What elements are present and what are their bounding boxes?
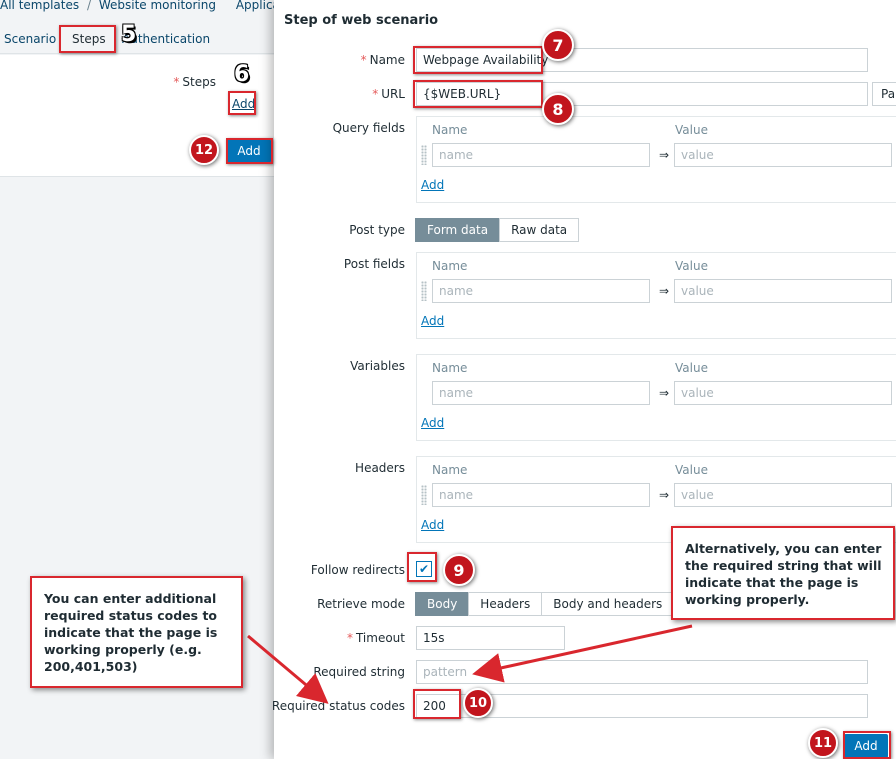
breadcrumb: All templates / Website monitoring Appli… <box>0 0 274 12</box>
post-value-input[interactable]: value <box>674 279 892 303</box>
step-number-5: 5 <box>121 22 137 47</box>
drag-handle-icon[interactable] <box>421 281 427 301</box>
retrieve-mode-headers[interactable]: Headers <box>468 592 543 616</box>
query-fields-label: Query fields <box>332 121 405 135</box>
post-add-link[interactable]: Add <box>421 314 444 328</box>
headers-name-header: Name <box>432 463 468 477</box>
variables-value-header: Value <box>675 361 708 375</box>
query-add-link[interactable]: Add <box>421 178 444 192</box>
post-fields-label: Post fields <box>343 257 405 271</box>
variables-table: Name Value name ⇒ value Add <box>416 354 896 441</box>
dialog-title: Step of web scenario <box>284 13 439 28</box>
highlight-status-codes <box>413 689 461 719</box>
url-label: * URL <box>372 87 405 101</box>
post-fields-table: Name Value name ⇒ value Add <box>416 252 896 339</box>
post-value-header: Value <box>675 259 708 273</box>
headers-label: Headers <box>355 461 405 475</box>
arrow-icon: ⇒ <box>659 148 670 162</box>
query-name-input[interactable]: name <box>432 143 650 167</box>
headers-add-link[interactable]: Add <box>421 518 444 532</box>
name-label: * Name <box>360 53 405 67</box>
step-number-6: 6 <box>234 62 250 87</box>
highlight-add-button <box>226 138 273 164</box>
breadcrumb-website-monitoring[interactable]: Website monitoring <box>99 0 216 12</box>
arrow-icon: ⇒ <box>659 284 670 298</box>
timeout-input[interactable]: 15s <box>416 626 565 650</box>
breadcrumb-application[interactable]: Application <box>236 0 274 12</box>
callout-status-codes: You can enter additional required status… <box>30 576 243 688</box>
highlight-dialog-add <box>843 731 891 759</box>
retrieve-mode-body-and-headers[interactable]: Body and headers <box>541 592 675 616</box>
required-string-input[interactable]: pattern <box>416 660 868 684</box>
tab-scenario[interactable]: Scenario <box>4 32 56 46</box>
step-number-7: 7 <box>542 29 574 61</box>
parse-button[interactable]: Pa <box>872 82 896 106</box>
step-number-11: 11 <box>808 728 838 758</box>
highlight-url-input <box>413 80 543 108</box>
post-name-header: Name <box>432 259 468 273</box>
query-fields-table: Name Value name ⇒ value Add <box>416 116 896 203</box>
post-type-segmented: Form data Raw data <box>415 218 580 242</box>
arrow-icon: ⇒ <box>659 488 670 502</box>
retrieve-mode-body[interactable]: Body <box>415 592 470 616</box>
post-type-label: Post type <box>349 223 405 237</box>
variables-label: Variables <box>350 359 405 373</box>
post-name-input[interactable]: name <box>432 279 650 303</box>
timeout-label: * Timeout <box>346 631 405 645</box>
variables-add-link[interactable]: Add <box>421 416 444 430</box>
headers-value-input[interactable]: value <box>674 483 892 507</box>
variables-name-input[interactable]: name <box>432 381 650 405</box>
drag-handle-icon[interactable] <box>421 145 427 165</box>
variables-value-input[interactable]: value <box>674 381 892 405</box>
step-dialog: Step of web scenario * Name Webpage Avail… <box>271 0 896 759</box>
query-value-input[interactable]: value <box>674 143 892 167</box>
steps-label: * Steps <box>173 75 216 89</box>
callout-required-string: Alternatively, you can enter the require… <box>671 526 895 620</box>
drag-handle-icon[interactable] <box>421 485 427 505</box>
breadcrumb-all-templates[interactable]: All templates <box>0 0 79 12</box>
variables-name-header: Name <box>432 361 468 375</box>
query-name-header: Name <box>432 123 468 137</box>
highlight-follow-redirects <box>407 552 437 582</box>
step-number-9: 9 <box>443 554 475 586</box>
highlight-name-input <box>413 46 543 74</box>
post-type-form-data[interactable]: Form data <box>415 218 501 242</box>
step-number-10: 10 <box>463 688 493 718</box>
post-type-raw-data[interactable]: Raw data <box>499 218 580 242</box>
arrow-icon: ⇒ <box>659 386 670 400</box>
highlight-steps-tab <box>59 25 116 53</box>
headers-name-input[interactable]: name <box>432 483 650 507</box>
required-string-label: Required string <box>313 665 405 679</box>
step-number-8: 8 <box>542 93 574 125</box>
required-status-codes-label: Required status codes <box>271 699 405 713</box>
retrieve-mode-segmented: Body Headers Body and headers <box>415 592 675 616</box>
step-number-12: 12 <box>189 135 219 165</box>
follow-redirects-label: Follow redirects <box>310 563 405 577</box>
breadcrumb-separator: / <box>86 0 91 12</box>
highlight-steps-add <box>228 91 256 115</box>
headers-value-header: Value <box>675 463 708 477</box>
query-value-header: Value <box>675 123 708 137</box>
retrieve-mode-label: Retrieve mode <box>317 597 405 611</box>
tabs-bar: Scenario Steps Authentication <box>0 24 274 54</box>
